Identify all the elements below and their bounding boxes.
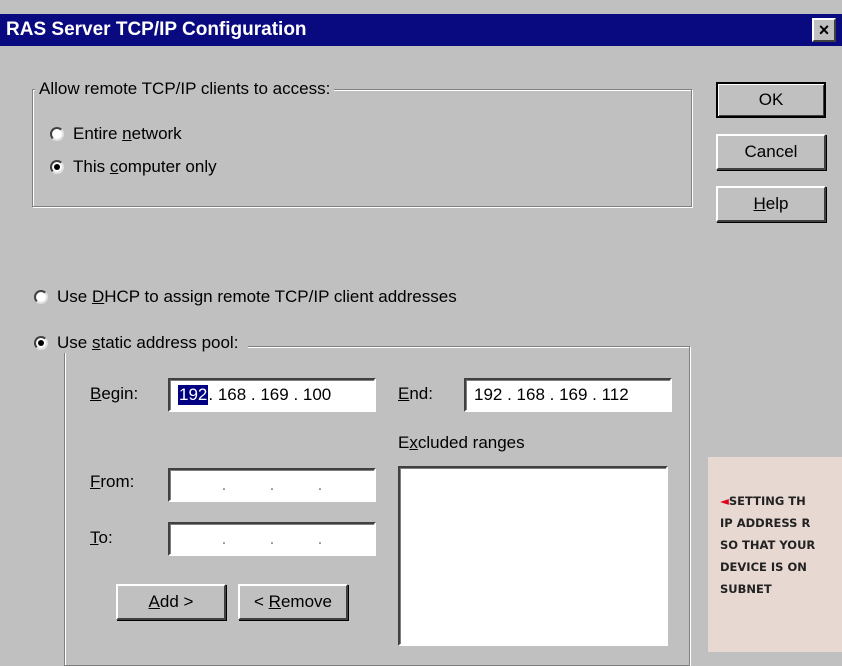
radio-entire-network[interactable]: Entire network (50, 124, 182, 144)
to-label: To: (90, 528, 113, 547)
cancel-button[interactable]: Cancel (716, 134, 826, 170)
radio-static-pool-label: Use static address pool: (57, 333, 239, 352)
radio-this-computer-only[interactable]: This computer only (50, 157, 217, 177)
begin-label: Begin: (90, 384, 139, 403)
caption-box: ◄SETTING TH IP ADDRESS R SO THAT YOUR DE… (708, 457, 842, 652)
begin-ip-rest: . 168 . 169 . 100 (208, 385, 332, 404)
caption-line-3: SO THAT YOUR (720, 538, 816, 552)
title-bar: RAS Server TCP/IP Configuration × (0, 14, 842, 46)
begin-ip-field[interactable]: 192 . 168 . 169 . 100 (168, 378, 376, 412)
cancel-button-label: Cancel (744, 142, 798, 161)
radio-entire-network-dot[interactable] (50, 127, 64, 141)
end-ip-value: 192 . 168 . 169 . 112 (474, 385, 629, 404)
help-button-label: Help (753, 194, 789, 213)
end-ip-field[interactable]: 192 . 168 . 169 . 112 (464, 378, 672, 412)
remove-button[interactable]: < Remove (238, 584, 348, 620)
arrow-left-icon: ◄ (720, 494, 729, 508)
to-ip-field[interactable]: ... (168, 522, 376, 556)
caption-line-1: ◄SETTING TH (720, 494, 806, 508)
radio-this-computer-only-label: This computer only (73, 157, 217, 176)
access-groupbox: Allow remote TCP/IP clients to access: (32, 79, 692, 207)
add-button-label: Add > (148, 592, 194, 611)
begin-ip-selected-octet[interactable]: 192 (178, 385, 209, 405)
radio-static-pool-dot[interactable] (34, 336, 48, 350)
caption-line-5: SUBNET (720, 582, 772, 596)
radio-use-dhcp-dot[interactable] (34, 290, 48, 304)
caption-line-4: DEVICE IS ON (720, 560, 807, 574)
from-label: From: (90, 472, 135, 491)
excluded-ranges-label: Excluded ranges (398, 433, 525, 452)
caption-line-2: IP ADDRESS R (720, 516, 811, 530)
ok-button-label: OK (758, 90, 784, 109)
access-group-legend: Allow remote TCP/IP clients to access: (35, 79, 335, 99)
radio-static-pool[interactable]: Use static address pool: (34, 333, 249, 353)
remove-button-label: < Remove (254, 592, 332, 611)
add-button[interactable]: Add > (116, 584, 226, 620)
from-ip-field[interactable]: ... (168, 468, 376, 502)
close-button[interactable]: × (812, 18, 836, 42)
radio-this-computer-only-dot[interactable] (50, 160, 64, 174)
radio-use-dhcp[interactable]: Use DHCP to assign remote TCP/IP client … (34, 287, 457, 307)
excluded-ranges-list[interactable] (398, 466, 668, 646)
help-button[interactable]: Help (716, 186, 826, 222)
ok-button[interactable]: OK (716, 82, 826, 118)
window-title: RAS Server TCP/IP Configuration (6, 19, 307, 40)
radio-use-dhcp-label: Use DHCP to assign remote TCP/IP client … (57, 287, 457, 306)
close-icon: × (818, 20, 830, 40)
radio-entire-network-label: Entire network (73, 124, 182, 143)
end-label: End: (398, 384, 433, 403)
